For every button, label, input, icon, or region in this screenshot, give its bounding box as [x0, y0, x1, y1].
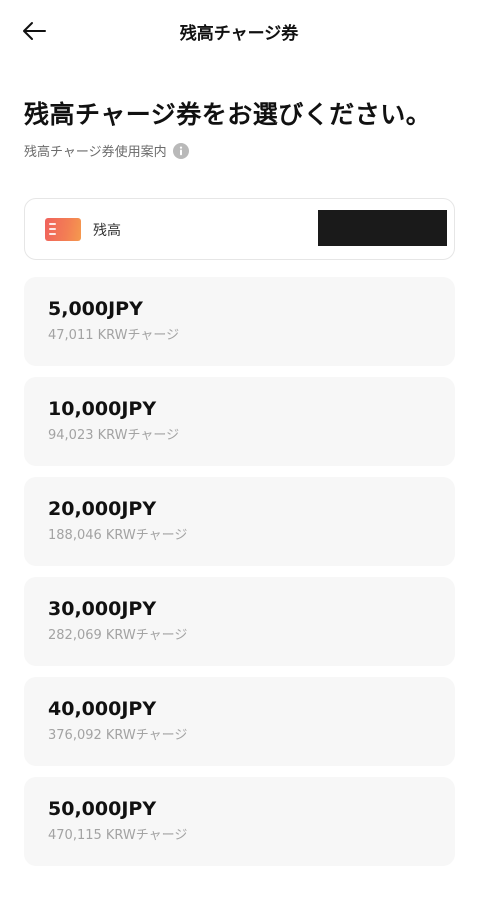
top-bar: 残高チャージ券	[0, 0, 478, 62]
usage-guide-label: 残高チャージ券使用案内	[24, 145, 167, 160]
voucher-charge-amount: 376,092 KRWチャージ	[48, 728, 188, 743]
usage-guide-link[interactable]: 残高チャージ券使用案内	[24, 141, 189, 160]
voucher-charge-amount: 470,115 KRWチャージ	[48, 828, 188, 843]
voucher-amount: 40,000JPY	[48, 698, 157, 720]
balance-label: 残高	[93, 223, 121, 239]
voucher-option[interactable]: 10,000JPY 94,023 KRWチャージ	[24, 377, 455, 466]
voucher-amount: 30,000JPY	[48, 598, 157, 620]
voucher-option[interactable]: 50,000JPY 470,115 KRWチャージ	[24, 777, 455, 866]
voucher-amount: 50,000JPY	[48, 798, 157, 820]
voucher-charge-amount: 94,023 KRWチャージ	[48, 428, 180, 443]
voucher-amount: 10,000JPY	[48, 398, 157, 420]
voucher-amount: 20,000JPY	[48, 498, 157, 520]
voucher-option[interactable]: 40,000JPY 376,092 KRWチャージ	[24, 677, 455, 766]
voucher-charge-amount: 47,011 KRWチャージ	[48, 328, 180, 343]
voucher-option[interactable]: 5,000JPY 47,011 KRWチャージ	[24, 277, 455, 366]
voucher-amount: 5,000JPY	[48, 298, 143, 320]
voucher-list: 5,000JPY 47,011 KRWチャージ 10,000JPY 94,023…	[24, 277, 455, 877]
balance-card: 残高	[24, 198, 455, 260]
page-header-title: 残高チャージ券	[179, 24, 299, 44]
page-title: 残高チャージ券をお選びください。	[24, 100, 432, 129]
voucher-charge-amount: 188,046 KRWチャージ	[48, 528, 188, 543]
voucher-charge-amount: 282,069 KRWチャージ	[48, 628, 188, 643]
info-icon	[172, 142, 189, 159]
voucher-option[interactable]: 20,000JPY 188,046 KRWチャージ	[24, 477, 455, 566]
voucher-option[interactable]: 30,000JPY 282,069 KRWチャージ	[24, 577, 455, 666]
balance-value-redacted	[318, 210, 447, 246]
credit-card-icon	[45, 218, 81, 241]
